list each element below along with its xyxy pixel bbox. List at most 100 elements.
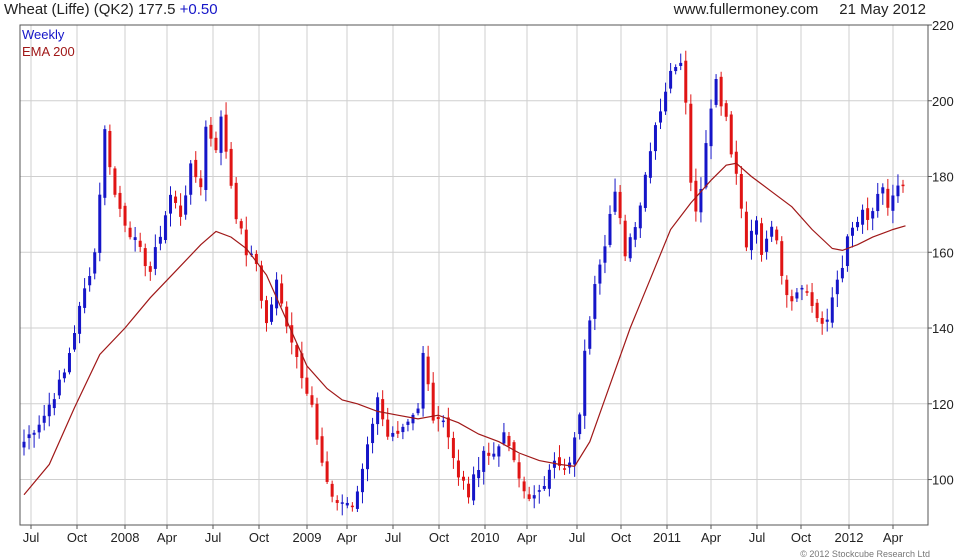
- candle-body: [350, 505, 354, 508]
- candle: [179, 193, 183, 226]
- candle: [840, 255, 844, 283]
- candle-body: [360, 468, 364, 493]
- candle: [153, 234, 157, 276]
- candle-body: [522, 481, 526, 492]
- candle: [770, 220, 774, 242]
- candle-body: [886, 188, 890, 208]
- candle: [775, 226, 779, 245]
- candle-body: [325, 461, 329, 482]
- candle: [113, 166, 117, 198]
- candle: [315, 397, 319, 445]
- candle: [451, 431, 455, 469]
- x-tick-label: Oct: [791, 530, 812, 545]
- candle: [396, 421, 400, 438]
- candle-body: [583, 350, 587, 416]
- candle: [366, 436, 370, 482]
- candle: [462, 470, 465, 490]
- candle: [335, 495, 339, 511]
- candle-body: [219, 116, 223, 153]
- candle-body: [724, 103, 728, 117]
- candle: [613, 178, 617, 215]
- candle-body: [825, 319, 829, 322]
- x-tick-label: Jul: [205, 530, 222, 545]
- candle: [845, 234, 849, 272]
- candle-body: [128, 227, 132, 238]
- candle-body: [850, 227, 854, 236]
- candle: [729, 111, 733, 158]
- candle: [224, 102, 228, 159]
- candle-body: [765, 238, 769, 252]
- candle: [623, 214, 627, 262]
- candle-body: [593, 284, 597, 319]
- candle: [158, 225, 162, 251]
- candle: [391, 426, 395, 442]
- candle: [118, 185, 122, 218]
- candle-body: [679, 62, 683, 66]
- candle-body: [492, 453, 496, 457]
- candle: [719, 71, 723, 116]
- y-tick-label: 140: [932, 321, 954, 336]
- candle-body: [487, 452, 491, 456]
- plot-frame: [19, 24, 929, 526]
- candle-body: [856, 221, 860, 228]
- candle: [593, 275, 597, 331]
- candle: [659, 98, 663, 130]
- candle: [305, 365, 309, 396]
- candle-body: [876, 193, 880, 212]
- candle-body: [563, 468, 567, 470]
- candle-body: [103, 129, 107, 198]
- candle-body: [835, 279, 839, 295]
- candle: [264, 295, 268, 332]
- candle: [588, 316, 592, 355]
- candle-body: [280, 283, 284, 304]
- candle-body: [133, 237, 137, 241]
- x-tick-label: Jul: [569, 530, 586, 545]
- candle: [901, 179, 905, 193]
- candle: [891, 184, 895, 224]
- candle-body: [749, 230, 753, 251]
- candle: [699, 177, 703, 223]
- candle-body: [67, 353, 71, 373]
- candle-body: [598, 264, 602, 284]
- candle-body: [158, 236, 162, 244]
- candle-body: [800, 287, 804, 290]
- candle: [280, 274, 284, 307]
- candle: [467, 476, 471, 504]
- candle: [552, 452, 556, 479]
- candle: [492, 442, 496, 460]
- candle: [532, 485, 536, 509]
- candle: [866, 197, 870, 231]
- candle: [487, 442, 491, 465]
- candle: [563, 458, 567, 475]
- candle-body: [623, 220, 627, 257]
- candle: [871, 207, 875, 231]
- candle-body: [891, 195, 895, 211]
- candle-body: [840, 267, 844, 279]
- candle-body: [441, 420, 445, 423]
- candle: [350, 502, 354, 512]
- candle: [517, 453, 521, 488]
- candle-body: [760, 223, 764, 255]
- candle-body: [775, 229, 779, 241]
- candle-body: [118, 192, 122, 209]
- candle: [810, 283, 814, 313]
- candle-body: [467, 483, 471, 498]
- candle-body: [502, 432, 506, 444]
- candle: [310, 386, 314, 408]
- candle: [416, 403, 420, 416]
- x-tick-label: Oct: [249, 530, 270, 545]
- candle: [886, 178, 890, 216]
- candle-body: [436, 417, 440, 420]
- candle-body: [603, 246, 607, 263]
- candle: [62, 368, 66, 383]
- candle-body: [815, 302, 819, 319]
- candle: [360, 463, 364, 504]
- candle: [138, 232, 142, 252]
- candle-body: [78, 305, 82, 334]
- candle-body: [517, 462, 521, 479]
- candle: [148, 261, 152, 281]
- candle-body: [830, 297, 834, 323]
- candle-body: [790, 296, 794, 302]
- candle: [583, 339, 587, 429]
- candle-body: [88, 276, 92, 286]
